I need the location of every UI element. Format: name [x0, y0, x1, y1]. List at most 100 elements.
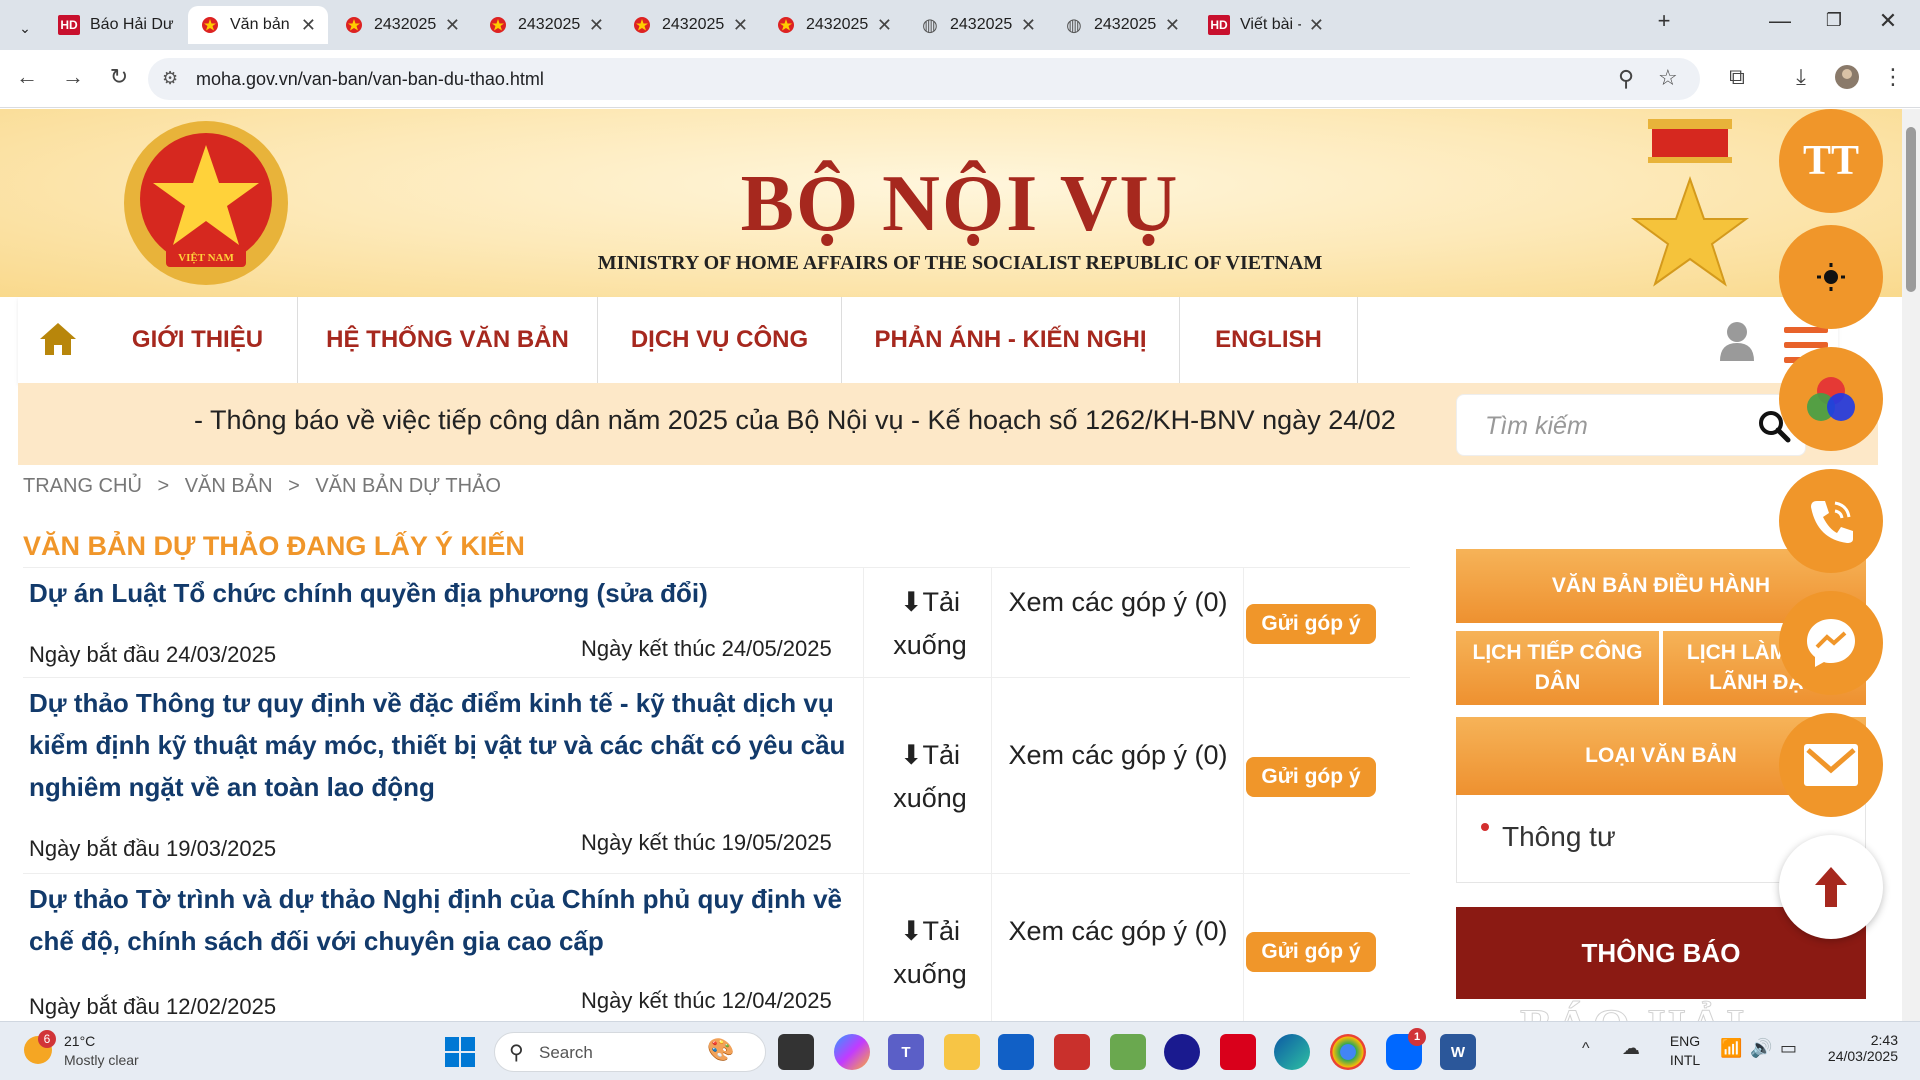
- system-clock[interactable]: 2:43 24/03/2025: [1818, 1032, 1898, 1064]
- url-text[interactable]: moha.gov.vn/van-ban/van-ban-du-thao.html: [196, 69, 544, 90]
- draft-documents-table: Dự án Luật Tổ chức chính quyền địa phươn…: [23, 567, 1410, 1021]
- teams-icon[interactable]: T: [888, 1034, 924, 1070]
- scroll-to-top-button[interactable]: [1779, 835, 1883, 939]
- close-window-icon[interactable]: ✕: [1868, 8, 1908, 34]
- hotline-button[interactable]: [1779, 469, 1883, 573]
- bookmark-star-icon[interactable]: ☆: [1658, 65, 1678, 91]
- document-title-link[interactable]: Dự thảo Tờ trình và dự thảo Nghị định củ…: [29, 878, 849, 962]
- tab-bao-hai-duong[interactable]: HD Báo Hải Dươ: [46, 6, 186, 44]
- messenger-button[interactable]: [1779, 591, 1883, 695]
- tab-search-dropdown[interactable]: ⌄: [8, 9, 42, 47]
- close-icon[interactable]: ✕: [445, 15, 460, 36]
- nav-english[interactable]: ENGLISH: [1180, 297, 1358, 383]
- tab-document[interactable]: 24320251548 ✕: [620, 6, 760, 44]
- send-feedback-button[interactable]: Gửi góp ý: [1246, 932, 1376, 972]
- chrome-icon[interactable]: [1330, 1034, 1366, 1070]
- restore-icon[interactable]: ❐: [1814, 10, 1854, 31]
- edge-icon[interactable]: [1274, 1034, 1310, 1070]
- nav-he-thong-van-ban[interactable]: HỆ THỐNG VĂN BẢN: [298, 297, 598, 383]
- tab-document[interactable]: ◍ 24320251548 ✕: [908, 6, 1048, 44]
- reload-icon[interactable]: ↻: [104, 64, 134, 90]
- taskbar-search[interactable]: ⚲ Search 🎨: [494, 1032, 766, 1072]
- zalo-icon[interactable]: 1: [1386, 1028, 1426, 1070]
- browser-toolbar: ← → ↻ ⚙ moha.gov.vn/van-ban/van-ban-du-t…: [0, 50, 1920, 108]
- color-theme-button[interactable]: [1779, 347, 1883, 451]
- rfi-icon[interactable]: [1220, 1034, 1256, 1070]
- section-title: VĂN BẢN DỰ THẢO ĐANG LẤY Ý KIẾN: [23, 531, 525, 561]
- search-box: [1456, 394, 1806, 456]
- breadcrumb-van-ban[interactable]: VĂN BẢN: [185, 475, 273, 497]
- new-tab-button[interactable]: +: [1644, 8, 1684, 34]
- close-icon[interactable]: ✕: [1165, 15, 1180, 36]
- citizen-reception-schedule-banner[interactable]: LỊCH TIẾP CÔNG DÂN: [1456, 631, 1659, 705]
- hd-logo-icon: HD: [1208, 15, 1230, 35]
- download-link[interactable]: ⬇Tải xuống: [875, 581, 985, 667]
- avatar[interactable]: [1832, 64, 1862, 96]
- send-feedback-button[interactable]: Gửi góp ý: [1246, 604, 1376, 644]
- contrast-toggle-button[interactable]: [1779, 225, 1883, 329]
- battery-icon[interactable]: ▭: [1780, 1038, 1797, 1059]
- word-icon[interactable]: W: [1440, 1034, 1476, 1070]
- close-icon[interactable]: ✕: [589, 15, 604, 36]
- document-type-item[interactable]: Thông tư: [1502, 821, 1616, 853]
- file-explorer-icon[interactable]: [944, 1034, 980, 1070]
- windows-start-icon[interactable]: [442, 1034, 478, 1070]
- view-comments-link[interactable]: Xem các góp ý (0): [993, 581, 1243, 624]
- wifi-icon[interactable]: 📶: [1720, 1038, 1742, 1059]
- tab-document[interactable]: ◍ 24320251548 ✕: [1052, 6, 1192, 44]
- main-navigation: GIỚI THIỆU HỆ THỐNG VĂN BẢN DỊCH VỤ CÔNG…: [18, 297, 1838, 383]
- chevron-up-icon[interactable]: ^: [1582, 1040, 1590, 1058]
- document-title-link[interactable]: Dự án Luật Tổ chức chính quyền địa phươn…: [29, 572, 849, 614]
- volume-icon[interactable]: 🔊: [1750, 1038, 1772, 1059]
- zoom-icon[interactable]: ⚲: [1618, 66, 1634, 92]
- scrollbar-thumb[interactable]: [1906, 127, 1916, 292]
- task-view-icon[interactable]: [778, 1034, 814, 1070]
- send-feedback-button[interactable]: Gửi góp ý: [1246, 757, 1376, 797]
- download-icon[interactable]: ⤓: [1786, 64, 1816, 90]
- tab-viet-bai[interactable]: HD Viết bài - Báo ✕: [1196, 6, 1336, 44]
- search-input[interactable]: [1485, 409, 1735, 443]
- messenger-icon: [1807, 619, 1855, 667]
- close-icon[interactable]: ✕: [733, 15, 748, 36]
- breadcrumb-home[interactable]: TRANG CHỦ: [23, 475, 142, 497]
- minimize-icon[interactable]: —: [1760, 8, 1800, 34]
- copilot-icon[interactable]: [834, 1034, 870, 1070]
- dell-icon[interactable]: [1164, 1034, 1200, 1070]
- close-icon[interactable]: ✕: [301, 15, 316, 36]
- table-row: Dự thảo Tờ trình và dự thảo Nghị định củ…: [23, 874, 1410, 1021]
- home-icon[interactable]: [38, 319, 78, 364]
- download-link[interactable]: ⬇Tải xuống: [875, 910, 985, 996]
- nav-gioi-thieu[interactable]: GIỚI THIỆU: [98, 297, 298, 383]
- address-bar[interactable]: ⚙ moha.gov.vn/van-ban/van-ban-du-thao.ht…: [148, 58, 1700, 100]
- arrow-up-icon: [1815, 867, 1847, 907]
- paint-icon[interactable]: [1110, 1034, 1146, 1070]
- site-settings-icon[interactable]: ⚙: [162, 68, 178, 89]
- nav-dich-vu-cong[interactable]: DỊCH VỤ CÔNG: [598, 297, 842, 383]
- brightness-icon: [1817, 263, 1845, 291]
- user-icon[interactable]: [1718, 321, 1756, 366]
- tab-document[interactable]: 24320251548 ✕: [476, 6, 616, 44]
- document-title-link[interactable]: Dự thảo Thông tư quy định về đặc điểm ki…: [29, 682, 849, 808]
- app-icon[interactable]: [1054, 1034, 1090, 1070]
- back-arrow-icon[interactable]: ←: [12, 64, 42, 90]
- nav-phan-anh-kien-nghi[interactable]: PHẢN ÁNH - KIẾN NGHỊ: [842, 297, 1180, 383]
- view-comments-link[interactable]: Xem các góp ý (0): [993, 734, 1243, 777]
- close-icon[interactable]: ✕: [877, 15, 892, 36]
- email-button[interactable]: [1779, 713, 1883, 817]
- cloud-off-icon[interactable]: ☁: [1622, 1038, 1640, 1059]
- news-ticker[interactable]: - Thông báo về việc tiếp công dân năm 20…: [194, 405, 1464, 436]
- input-language[interactable]: ENG INTL: [1665, 1032, 1705, 1070]
- close-icon[interactable]: ✕: [1021, 15, 1036, 36]
- download-link[interactable]: ⬇Tải xuống: [875, 734, 985, 820]
- store-icon[interactable]: [998, 1034, 1034, 1070]
- tab-document[interactable]: 24320251548 ✕: [764, 6, 904, 44]
- menu-dots-icon[interactable]: ⋮: [1878, 64, 1908, 90]
- page-scrollbar[interactable]: [1902, 109, 1920, 1021]
- tab-document[interactable]: 24320251548 ✕: [332, 6, 472, 44]
- tab-van-ban-du-thao[interactable]: Văn bản dự th ✕: [188, 6, 328, 44]
- extensions-icon[interactable]: ⧉: [1722, 64, 1752, 90]
- forward-arrow-icon[interactable]: →: [58, 64, 88, 90]
- view-comments-link[interactable]: Xem các góp ý (0): [993, 910, 1243, 953]
- close-icon[interactable]: ✕: [1309, 15, 1324, 36]
- font-size-button[interactable]: TT: [1779, 109, 1883, 213]
